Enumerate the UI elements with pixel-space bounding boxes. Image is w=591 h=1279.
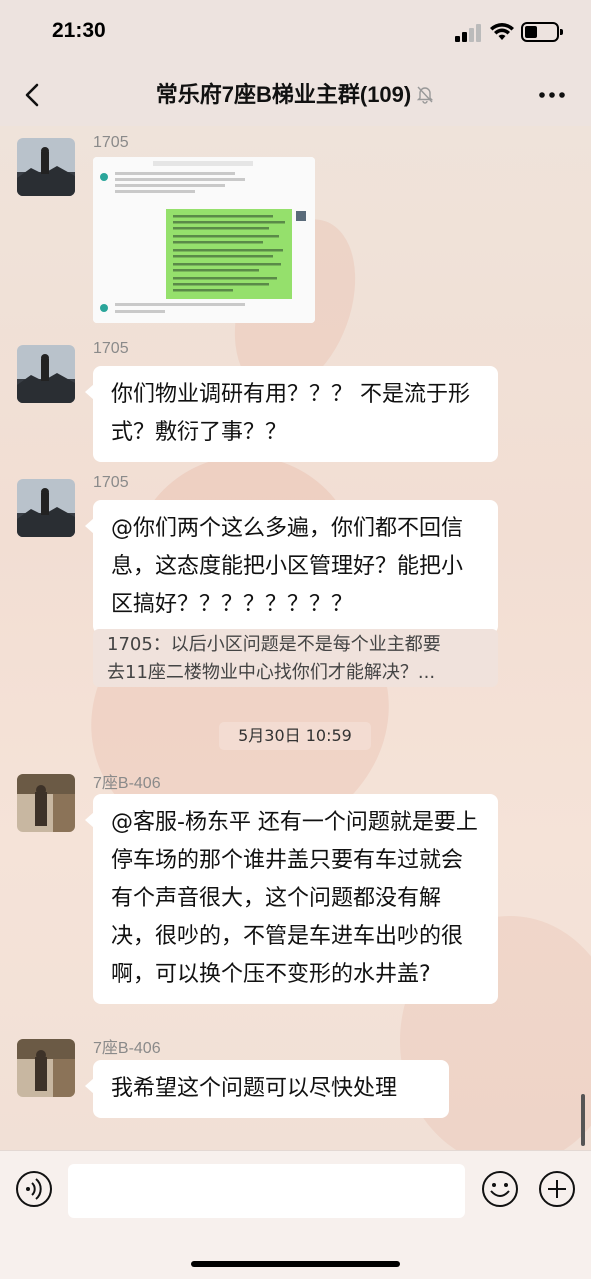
signal-icon [455, 24, 483, 42]
message-bubble[interactable]: 你们物业调研有用？？？ 不是流于形式？敷衍了事？？ [85, 366, 498, 462]
scrollbar[interactable] [581, 1094, 585, 1146]
sender-name: 1705 [93, 340, 129, 357]
quote-line: 1705：以后小区问题是不是每个业主都要 [107, 634, 441, 655]
chat-title: 常乐府7座B梯业主群(109) [0, 64, 591, 126]
voice-icon[interactable] [15, 1170, 53, 1208]
more-icon[interactable] [537, 86, 567, 104]
timestamp-chip: 5月30日 10:59 [219, 722, 371, 750]
message-bubble[interactable]: @客服-杨东平 还有一个问题就是要上停车场的那个谁井盖只要有车过就会有个声音很大… [85, 794, 498, 1004]
plus-circle-icon[interactable] [538, 1170, 576, 1208]
message-bubble[interactable]: 我希望这个问题可以尽快处理 [85, 1060, 449, 1118]
battery-icon [521, 22, 563, 42]
quote-line: 去11座二楼物业中心找你们才能解决？... [107, 662, 436, 683]
chat-area[interactable]: 1705 1705 你们物业调研有用？？？ 不是流于形式？敷衍了事？？ 1705… [0, 126, 591, 1150]
chat-title-text: 常乐府7座B梯业主群(109) [155, 82, 412, 107]
bell-off-icon [417, 86, 434, 104]
chat-header: 常乐府7座B梯业主群(109) [0, 64, 591, 126]
status-time: 21:30 [52, 19, 106, 42]
sender-name: 7座B-406 [93, 1040, 161, 1057]
home-indicator [191, 1261, 400, 1267]
sender-name: 1705 [93, 474, 129, 491]
message-input[interactable] [68, 1164, 465, 1218]
avatar[interactable] [17, 1039, 75, 1097]
wifi-icon [490, 23, 514, 40]
avatar[interactable] [17, 345, 75, 403]
avatar[interactable] [17, 138, 75, 196]
message-bubble[interactable]: @你们两个这么多遍，你们都不回信息，这态度能把小区管理好？能把小区搞好？？？？？… [85, 500, 498, 634]
status-bar: 21:30 [0, 0, 591, 64]
quoted-message[interactable]: 1705：以后小区问题是不是每个业主都要 去11座二楼物业中心找你们才能解决？.… [93, 629, 498, 687]
avatar[interactable] [17, 774, 75, 832]
avatar[interactable] [17, 479, 75, 537]
image-message[interactable] [93, 157, 315, 323]
emoji-icon[interactable] [481, 1170, 519, 1208]
sender-name: 7座B-406 [93, 775, 161, 792]
input-bar [0, 1150, 591, 1279]
sender-name: 1705 [93, 134, 129, 151]
